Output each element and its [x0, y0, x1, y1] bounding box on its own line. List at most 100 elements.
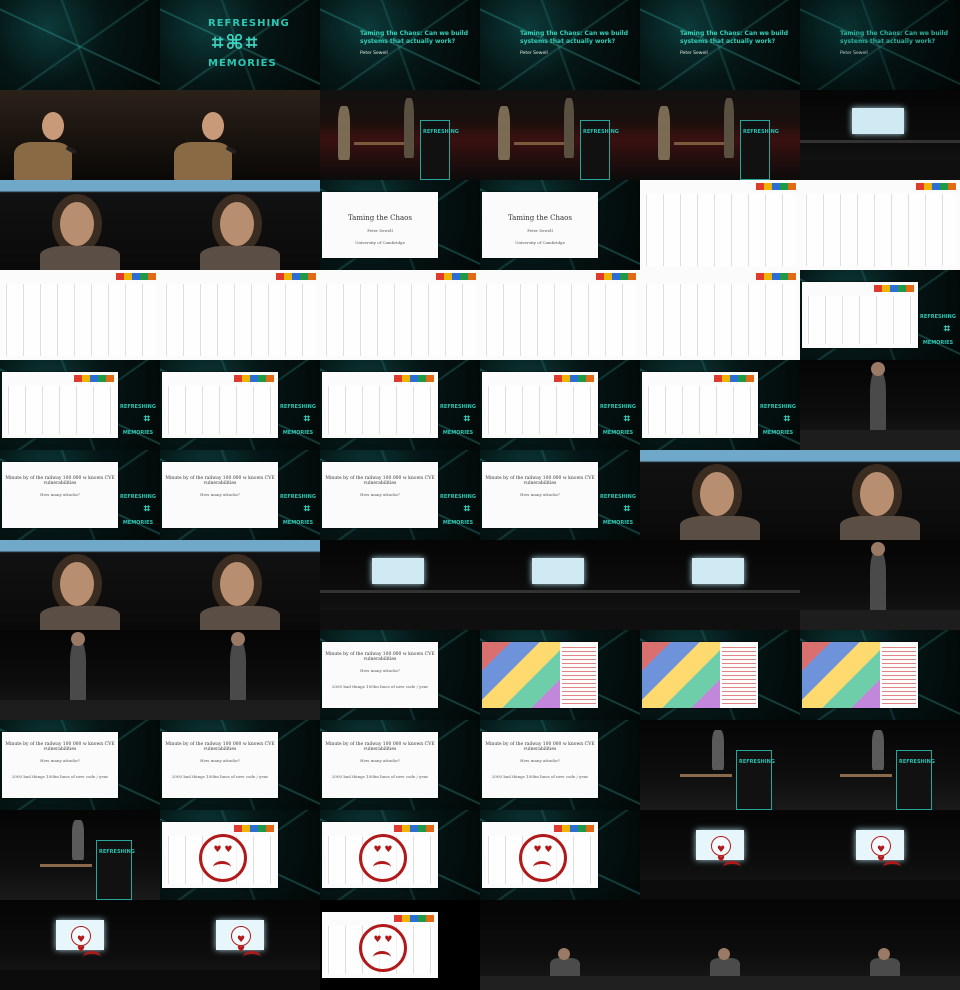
thumbnail-stat2: Minute by of the railway 100 000 w known… — [160, 720, 320, 810]
thumbnail-cols — [0, 270, 160, 360]
brand-label-bottom: MEMORIES — [762, 430, 794, 436]
slide-stat-code: 2000 bad things 100bn lines of new code … — [11, 774, 109, 779]
podium-brand: REFRESHING — [743, 129, 779, 135]
thumbnail-frown — [320, 810, 480, 900]
dense-slide — [0, 270, 160, 360]
brand-glyph: ⌗ — [303, 502, 310, 515]
thumbnail-cols — [800, 180, 960, 270]
brand-glyph: ⌗ — [943, 322, 950, 335]
thumbnail-net — [0, 0, 160, 90]
slide-author: Peter Sewell — [527, 228, 553, 233]
slide-stat-question: How many attacks? — [520, 758, 560, 763]
thumbnail-stage: REFRESHING — [480, 90, 640, 180]
projection-screen — [852, 108, 904, 134]
dense-text-columns — [166, 386, 274, 434]
sad-face-slide — [482, 822, 598, 888]
thumbnail-podium: REFRESHING — [640, 720, 800, 810]
podium-brand: REFRESHING — [99, 849, 135, 855]
stage-rail — [640, 976, 800, 990]
stage-rail — [800, 976, 960, 990]
podium-brand: REFRESHING — [583, 129, 619, 135]
brand-glyph: ⌗⌘⌗ — [212, 30, 260, 54]
audience — [160, 970, 320, 990]
presenter-right — [724, 98, 734, 158]
audience — [480, 610, 640, 630]
thumbnail-cols — [640, 180, 800, 270]
thumbnail-stand — [800, 360, 960, 450]
dense-slide — [800, 180, 960, 270]
brand-glyph: ⌗ — [303, 412, 310, 425]
thumbnail-talktitle: Taming the Chaos: Can we build systems t… — [320, 0, 480, 90]
talk-title: Taming the Chaos: Can we build systems t… — [520, 30, 629, 45]
thumbnail-screenfrown — [640, 810, 800, 900]
dense-text-columns — [326, 386, 434, 434]
network-lines — [0, 0, 160, 90]
statistics-slide: Minute by of the railway 100 000 w known… — [162, 732, 278, 798]
thumbnail-face — [800, 450, 960, 540]
dense-slide — [160, 270, 320, 360]
sad-face-icon — [871, 836, 901, 865]
brand-label-top: REFRESHING — [280, 404, 316, 410]
brand-glyph: ⌗ — [463, 412, 470, 425]
dense-text-columns — [644, 284, 796, 356]
presenter-left — [658, 106, 670, 160]
brand-glyph: ⌗ — [463, 502, 470, 515]
slide-stat-question: How many attacks? — [40, 758, 80, 763]
slide-stat-code: 2000 bad things 100bn lines of new code … — [331, 774, 429, 779]
thumbnail-colsnet: REFRESHING ⌗ MEMORIES — [320, 360, 480, 450]
speaker-face — [700, 472, 734, 516]
thumbnail-stat2: Minute by of the railway 100 000 w known… — [480, 720, 640, 810]
presenter-left — [338, 106, 350, 160]
speaker-shirt — [200, 246, 280, 270]
sad-face-icon — [359, 834, 407, 882]
thumbnail-screenfrown — [160, 900, 320, 990]
slide-affiliation: University of Cambridge — [355, 240, 405, 245]
presenter — [872, 730, 884, 770]
projection-screen — [856, 830, 904, 865]
logo-band — [756, 273, 796, 280]
brand-label-top: REFRESHING — [120, 404, 156, 410]
slide-stat-line: Minute by of the railway 100 000 w known… — [325, 652, 435, 662]
slide-title: Taming the Chaos — [348, 214, 412, 222]
speaker-shirt — [840, 516, 920, 540]
dense-text-columns — [164, 284, 316, 356]
stage-floor — [0, 700, 160, 720]
slide-stat-line: Minute by of the railway 100 000 w known… — [165, 742, 275, 752]
speaker-head — [718, 948, 730, 960]
dense-text-columns — [484, 284, 636, 356]
thumbnail-frown — [480, 810, 640, 900]
thumbnail-face — [640, 450, 800, 540]
title-slide: Taming the Chaos Peter Sewell University o… — [322, 192, 438, 258]
slide-stat-question: How many attacks? — [40, 492, 80, 497]
speaker-head — [42, 112, 64, 140]
speaker-head — [878, 948, 890, 960]
thumbnail-colsnet: REFRESHING ⌗ MEMORIES — [160, 360, 320, 450]
brand-label-top: REFRESHING — [280, 494, 316, 500]
brand-glyph: ⌗ — [623, 502, 630, 515]
thumbnail-talktitle: Taming the Chaos: Can we build systems t… — [640, 0, 800, 90]
speaker-body — [14, 142, 72, 180]
projection-screen — [372, 558, 424, 584]
slide-title: Taming the Chaos — [508, 214, 572, 222]
talk-title: Taming the Chaos: Can we build systems t… — [840, 30, 949, 45]
statistics-slide: Minute by of the railway 100 000 w known… — [2, 462, 118, 528]
thumbnail-wide — [800, 90, 960, 180]
thumbnail-speaker — [160, 90, 320, 180]
logo-band — [916, 183, 956, 190]
thumbnail-stage: REFRESHING — [320, 90, 480, 180]
podium: REFRESHING — [96, 840, 135, 900]
talk-speaker: Peter Sewell — [360, 51, 388, 56]
thumbnail-podium: REFRESHING — [800, 720, 960, 810]
dense-slide — [642, 372, 758, 438]
thumbnail-collage — [640, 630, 800, 720]
sad-face-slide — [322, 822, 438, 888]
presenter — [72, 820, 84, 860]
statistics-slide: Minute by of the railway 100 000 w known… — [482, 462, 598, 528]
thumbnail-frownnet — [320, 900, 480, 990]
logo-band — [234, 375, 274, 382]
sad-face-icon — [199, 834, 247, 882]
slide-stat-code: 2000 bad things 100bn lines of new code … — [331, 684, 429, 689]
thumbnail-stat: Minute by of the railway 100 000 w known… — [0, 450, 160, 540]
slide-stat-question: How many attacks? — [520, 492, 560, 497]
podium-brand: REFRESHING — [739, 759, 775, 765]
